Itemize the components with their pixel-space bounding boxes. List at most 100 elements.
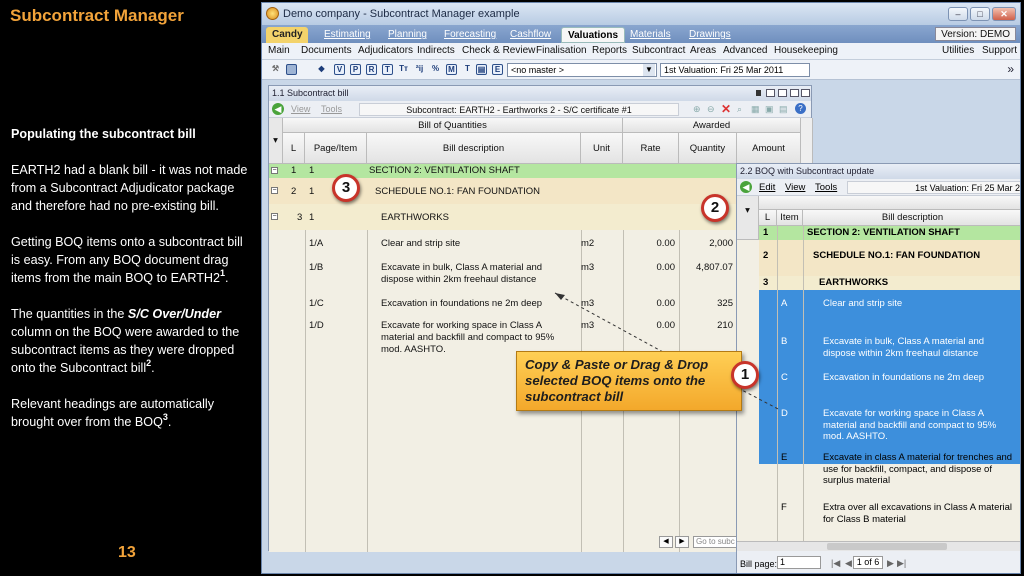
column-header-page-item[interactable]: Page/Item (305, 133, 367, 164)
list-item[interactable]: 1 SECTION 2: VENTILATION SHAFT (759, 226, 1020, 240)
menu-reports[interactable]: Reports (592, 45, 627, 56)
valuation-select[interactable]: 1st Valuation: Fri 25 Mar 2011 (660, 63, 810, 77)
menu-adjudicators[interactable]: Adjudicators (358, 45, 413, 56)
collapse-icon[interactable]: − (271, 213, 278, 220)
minimize-button[interactable]: – (948, 7, 968, 21)
previous-page-button[interactable]: ◀ (659, 536, 673, 548)
back-icon[interactable]: ◀ (272, 103, 284, 115)
zoom-out-icon[interactable]: ⊖ (707, 104, 715, 115)
expand-all-icon[interactable]: ▾ (737, 196, 759, 240)
toolbar-overflow-icon[interactable]: » (1007, 62, 1014, 76)
toolbar-icon-p[interactable]: P (350, 64, 361, 75)
wrench-icon[interactable]: ⚒ (270, 64, 281, 75)
menu-tools[interactable]: Tools (321, 104, 342, 114)
next-page-icon[interactable]: ▶ (887, 558, 894, 569)
printer-icon[interactable]: ▤ (476, 64, 487, 75)
table-row[interactable]: 1/A Clear and strip site m2 0.00 2,000 (269, 230, 813, 254)
scrollbar-thumb[interactable] (827, 543, 947, 550)
maximize-button[interactable]: □ (970, 7, 990, 21)
column-header-unit[interactable]: Unit (581, 133, 623, 164)
menu-advanced[interactable]: Advanced (723, 45, 767, 56)
window-minimize-button[interactable] (778, 89, 787, 97)
menu-indirects[interactable]: Indirects (417, 45, 455, 56)
help-icon[interactable]: ? (795, 103, 806, 114)
collapse-icon[interactable]: − (271, 187, 278, 194)
tab-materials[interactable]: Materials (624, 27, 677, 43)
column-header-description[interactable]: Bill description (803, 210, 1020, 226)
toolbar-icon-percent[interactable]: % (430, 64, 441, 75)
print-preview-icon[interactable]: ▤ (779, 104, 788, 115)
back-icon[interactable]: ◀ (740, 181, 752, 193)
list-item[interactable]: 3 EARTHWORKS (759, 276, 1020, 290)
collapse-icon[interactable]: − (271, 167, 278, 174)
toolbar-icon-e[interactable]: E (492, 64, 503, 75)
tab-valuations[interactable]: Valuations (561, 27, 626, 43)
tab-estimating[interactable]: Estimating (318, 27, 377, 43)
table-row[interactable]: 1/D Excavate for working space in Class … (269, 312, 813, 356)
list-item[interactable]: A Clear and strip site (759, 298, 1020, 312)
menu-housekeeping[interactable]: Housekeeping (774, 45, 838, 56)
delete-icon[interactable]: ✕ (721, 102, 731, 116)
tab-candy[interactable]: Candy (266, 27, 308, 43)
horizontal-scrollbar[interactable] (737, 541, 1020, 551)
next-page-button[interactable]: ▶ (675, 536, 689, 548)
column-header-amount[interactable]: Amount (737, 133, 801, 164)
expand-all-icon[interactable]: ▾ (269, 118, 283, 164)
column-header-l[interactable]: L (283, 133, 305, 164)
tab-forecasting[interactable]: Forecasting (438, 27, 502, 43)
toolbar-icon-superscript[interactable]: ªij (414, 64, 425, 75)
pin-icon[interactable] (756, 90, 761, 96)
master-select[interactable]: <no master > ▼ (507, 63, 657, 77)
column-header-description[interactable]: Bill description (367, 133, 581, 164)
tee-icon[interactable]: T (462, 64, 473, 75)
menu-support[interactable]: Support (982, 45, 1017, 56)
report-icon[interactable]: ▦ (751, 104, 760, 115)
window-maximize-button[interactable] (790, 89, 799, 97)
column-header-l[interactable]: L (759, 210, 777, 226)
menu-subcontract[interactable]: Subcontract (632, 45, 685, 56)
toolbar-icon-m[interactable]: M (446, 64, 457, 75)
table-row[interactable]: 1/C Excavation in foundations ne 2m deep… (269, 290, 813, 312)
list-item[interactable]: 2 SCHEDULE NO.1: FAN FOUNDATION (759, 240, 1020, 276)
prev-page-icon[interactable]: ◀ (845, 558, 852, 569)
column-header-item[interactable]: Item (777, 210, 803, 226)
table-row[interactable]: − 3 1 EARTHWORKS (269, 204, 813, 230)
column-header-quantity[interactable]: Quantity (679, 133, 737, 164)
menu-view[interactable]: View (785, 182, 805, 193)
display-icon[interactable] (286, 64, 297, 75)
list-item[interactable]: C Excavation in foundations ne 2m deep (759, 372, 1020, 386)
menu-view[interactable]: View (291, 104, 310, 114)
menu-finalisation[interactable]: Finalisation (536, 45, 587, 56)
menu-documents[interactable]: Documents (301, 45, 352, 56)
window-close-button[interactable] (801, 89, 810, 97)
export-icon[interactable]: ▣ (765, 104, 774, 115)
list-item[interactable]: F Extra over all excavations in Class A … (759, 502, 1020, 528)
close-button[interactable]: ✕ (992, 7, 1016, 21)
tab-planning[interactable]: Planning (382, 27, 433, 43)
menu-utilities[interactable]: Utilities (942, 45, 974, 56)
title-bar[interactable]: Demo company - Subcontract Manager examp… (262, 3, 1020, 25)
toolbar-icon-v[interactable]: V (334, 64, 345, 75)
zoom-in-icon[interactable]: ⊕ (693, 104, 701, 115)
restore-button[interactable] (766, 89, 775, 97)
menu-main[interactable]: Main (268, 45, 290, 56)
column-header-rate[interactable]: Rate (623, 133, 679, 164)
tab-cashflow[interactable]: Cashflow (504, 27, 557, 43)
tab-drawings[interactable]: Drawings (683, 27, 737, 43)
menu-areas[interactable]: Areas (690, 45, 716, 56)
toolbar-icon-r[interactable]: R (366, 64, 377, 75)
toolbar-icon-text-size[interactable]: Tт (398, 64, 409, 75)
diamond-icon[interactable]: ◆ (316, 64, 327, 75)
menu-check-review[interactable]: Check & Review (462, 45, 535, 56)
table-row[interactable]: 1/B Excavate in bulk, Class A material a… (269, 254, 813, 290)
list-item[interactable]: D Excavate for working space in Class A … (759, 408, 1020, 448)
menu-edit[interactable]: Edit (759, 182, 775, 193)
list-item[interactable]: B Excavate in bulk, Class A material and… (759, 336, 1020, 362)
first-page-icon[interactable]: |◀ (831, 558, 840, 569)
menu-tools[interactable]: Tools (815, 182, 837, 193)
list-item[interactable]: E Excavate in class A material for trenc… (759, 452, 1020, 492)
last-page-icon[interactable]: ▶| (897, 558, 906, 569)
binoculars-icon[interactable]: ⌕ (737, 104, 742, 115)
bill-page-input[interactable]: 1 (777, 556, 821, 569)
toolbar-icon-t[interactable]: T (382, 64, 393, 75)
